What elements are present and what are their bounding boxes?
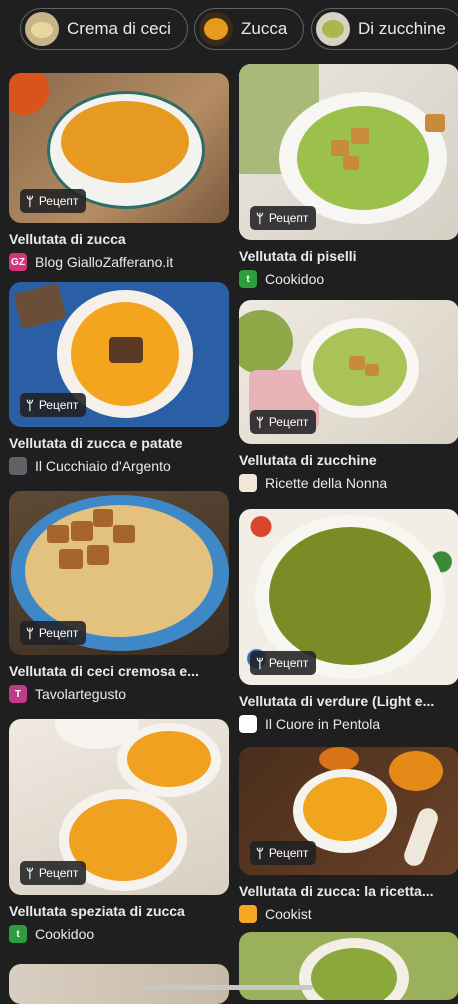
result-image[interactable]: ᛘ Рецепт: [9, 282, 229, 427]
result-image[interactable]: ᛘ Рецепт: [239, 300, 458, 444]
fork-knife-icon: ᛘ: [26, 865, 34, 881]
source-favicon-icon: [239, 905, 257, 923]
source-favicon-icon: t: [239, 270, 257, 288]
source-favicon-icon: [239, 715, 257, 733]
recipe-badge: ᛘ Рецепт: [250, 841, 317, 865]
chip-label: Zucca: [241, 19, 288, 38]
result-title[interactable]: Vellutata di zucca: [9, 231, 229, 247]
fork-knife-icon: ᛘ: [256, 210, 264, 226]
result-card[interactable]: ᛘ Рецепт Vellutata di zucca: la ricetta..…: [239, 747, 458, 923]
result-source[interactable]: Ricette della Nonna: [239, 474, 458, 492]
result-image[interactable]: ᛘ Рецепт: [239, 747, 458, 875]
filter-chips-row: Crema di ceci Zucca Di zucchine: [0, 0, 458, 58]
chip-label: Crema di ceci: [67, 19, 171, 38]
result-title[interactable]: Vellutata di zucca: la ricetta...: [239, 883, 458, 899]
result-card[interactable]: ᛘ Рецепт Vellutata di ceci cremosa e... T…: [9, 491, 229, 703]
result-source[interactable]: t Cookidoo: [9, 925, 229, 943]
result-card[interactable]: [9, 964, 229, 1004]
result-source[interactable]: Cookist: [239, 905, 458, 923]
recipe-badge: ᛘ Рецепт: [250, 410, 317, 434]
fork-knife-icon: ᛘ: [256, 414, 264, 430]
result-image[interactable]: ᛘ Рецепт: [239, 64, 458, 240]
recipe-badge: ᛘ Рецепт: [20, 189, 87, 213]
result-image[interactable]: ᛘ Рецепт: [9, 719, 229, 895]
result-title[interactable]: Vellutata di piselli: [239, 248, 458, 264]
chip-crema-di-ceci[interactable]: Crema di ceci: [20, 8, 188, 50]
chip-di-zucchine[interactable]: Di zucchine: [311, 8, 458, 50]
result-source[interactable]: T Tavolartegusto: [9, 685, 229, 703]
result-card[interactable]: ᛘ Рецепт Vellutata di zucchine Ricette de…: [239, 300, 458, 492]
fork-knife-icon: ᛘ: [256, 655, 264, 671]
recipe-badge: ᛘ Рецепт: [250, 651, 317, 675]
result-card[interactable]: ᛘ Рецепт Vellutata di zucca e patate Il C…: [9, 282, 229, 475]
result-image[interactable]: ᛘ Рецепт: [9, 491, 229, 655]
result-title[interactable]: Vellutata di zucca e patate: [9, 435, 229, 451]
result-image[interactable]: ᛘ Рецепт: [9, 73, 229, 223]
result-source[interactable]: t Cookidoo: [239, 270, 458, 288]
result-title[interactable]: Vellutata di ceci cremosa e...: [9, 663, 229, 679]
recipe-badge: ᛘ Рецепт: [250, 206, 317, 230]
fork-knife-icon: ᛘ: [256, 845, 264, 861]
source-favicon-icon: [9, 457, 27, 475]
result-image[interactable]: [9, 964, 229, 1004]
result-card[interactable]: ᛘ Рецепт Vellutata di piselli t Cookidoo: [239, 64, 458, 288]
source-favicon-icon: GZ: [9, 253, 27, 271]
fork-knife-icon: ᛘ: [26, 625, 34, 641]
source-favicon-icon: t: [9, 925, 27, 943]
recipe-badge: ᛘ Рецепт: [20, 861, 87, 885]
result-card[interactable]: ᛘ Рецепт Vellutata speziata di zucca t Co…: [9, 719, 229, 943]
source-favicon-icon: T: [9, 685, 27, 703]
chip-label: Di zucchine: [358, 19, 446, 38]
fork-knife-icon: ᛘ: [26, 397, 34, 413]
recipe-badge: ᛘ Рецепт: [20, 621, 87, 645]
result-source[interactable]: Il Cuore in Pentola: [239, 715, 458, 733]
home-indicator[interactable]: [145, 985, 313, 990]
chip-thumbnail: [199, 12, 233, 46]
chip-thumbnail: [25, 12, 59, 46]
result-source[interactable]: GZ Blog GialloZafferano.it: [9, 253, 229, 271]
chip-thumbnail: [316, 12, 350, 46]
result-title[interactable]: Vellutata di verdure (Light e...: [239, 693, 458, 709]
result-image[interactable]: ᛘ Рецепт: [239, 509, 458, 685]
source-favicon-icon: [239, 474, 257, 492]
fork-knife-icon: ᛘ: [26, 193, 34, 209]
chip-zucca[interactable]: Zucca: [194, 8, 305, 50]
result-title[interactable]: Vellutata speziata di zucca: [9, 903, 229, 919]
result-title[interactable]: Vellutata di zucchine: [239, 452, 458, 468]
result-card[interactable]: ᛘ Рецепт Vellutata di verdure (Light e...…: [239, 509, 458, 733]
result-source[interactable]: Il Cucchiaio d'Argento: [9, 457, 229, 475]
result-card[interactable]: ᛘ Рецепт Vellutata di zucca GZ Blog Giall…: [9, 73, 229, 271]
recipe-badge: ᛘ Рецепт: [20, 393, 87, 417]
